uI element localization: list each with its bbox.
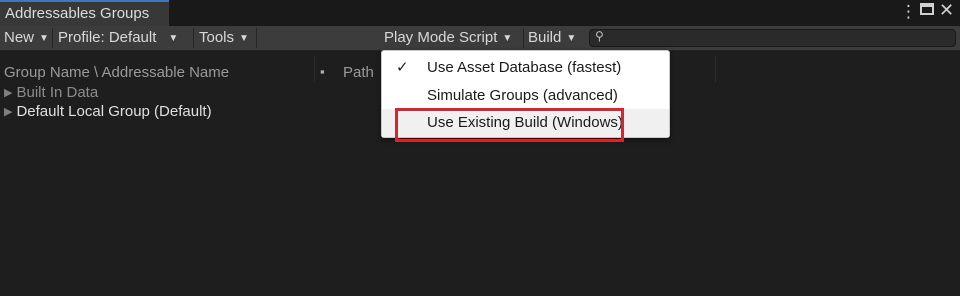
expand-triangle-icon[interactable]: ▶ bbox=[4, 87, 12, 99]
menu-item-label: Simulate Groups (advanced) bbox=[427, 87, 618, 104]
tools-button[interactable]: Tools ▼ bbox=[195, 26, 255, 50]
tab-addressables-groups[interactable]: Addressables Groups bbox=[0, 0, 169, 26]
profile-dropdown[interactable]: Profile: Default ▼ bbox=[54, 26, 193, 50]
maximize-icon[interactable] bbox=[920, 3, 934, 15]
close-icon[interactable]: ✕ bbox=[939, 0, 954, 21]
new-label: New bbox=[4, 29, 35, 46]
checkmark-icon: ✓ bbox=[396, 59, 409, 76]
new-button[interactable]: New ▼ bbox=[0, 26, 51, 50]
highlight-box bbox=[395, 108, 624, 142]
chevron-down-icon: ▼ bbox=[39, 33, 49, 44]
tree-row-built-in-data[interactable]: ▶ Built In Data bbox=[4, 84, 98, 101]
menu-item-simulate-groups[interactable]: Simulate Groups (advanced) bbox=[382, 82, 669, 110]
play-mode-script-button[interactable]: Play Mode Script ▼ bbox=[380, 26, 523, 50]
toolbar-separator bbox=[193, 28, 194, 48]
expand-triangle-icon[interactable]: ▶ bbox=[4, 106, 12, 118]
chevron-down-icon: ▼ bbox=[502, 33, 513, 44]
group-label: Default Local Group (Default) bbox=[16, 103, 212, 120]
group-label: Built In Data bbox=[16, 84, 99, 101]
chevron-down-icon: ▼ bbox=[239, 33, 249, 44]
column-header-name[interactable]: Group Name \ Addressable Name bbox=[4, 64, 229, 81]
search-input[interactable] bbox=[589, 29, 956, 47]
menu-item-use-asset-database[interactable]: ✓ Use Asset Database (fastest) bbox=[382, 54, 669, 82]
build-button[interactable]: Build ▼ bbox=[524, 26, 585, 50]
toolbar-separator bbox=[256, 28, 257, 48]
menu-item-label: Use Asset Database (fastest) bbox=[427, 59, 622, 76]
build-label: Build bbox=[528, 29, 562, 46]
kebab-menu-icon[interactable]: ⋮ bbox=[900, 2, 917, 22]
column-header-path[interactable]: Path bbox=[343, 64, 374, 81]
toolbar-separator bbox=[52, 28, 53, 48]
tab-title: Addressables Groups bbox=[5, 5, 150, 22]
asset-type-icon: ▪ bbox=[320, 64, 325, 79]
chevron-down-icon: ▼ bbox=[168, 33, 179, 44]
play-mode-label: Play Mode Script bbox=[384, 29, 498, 46]
column-divider[interactable] bbox=[715, 56, 716, 82]
tools-label: Tools bbox=[199, 29, 235, 46]
search-icon: ⚲ bbox=[595, 29, 604, 43]
chevron-down-icon: ▼ bbox=[566, 33, 577, 44]
tree-row-default-local-group[interactable]: ▶ Default Local Group (Default) bbox=[4, 103, 212, 120]
column-divider[interactable] bbox=[314, 56, 315, 82]
profile-label: Profile: Default bbox=[58, 29, 157, 46]
